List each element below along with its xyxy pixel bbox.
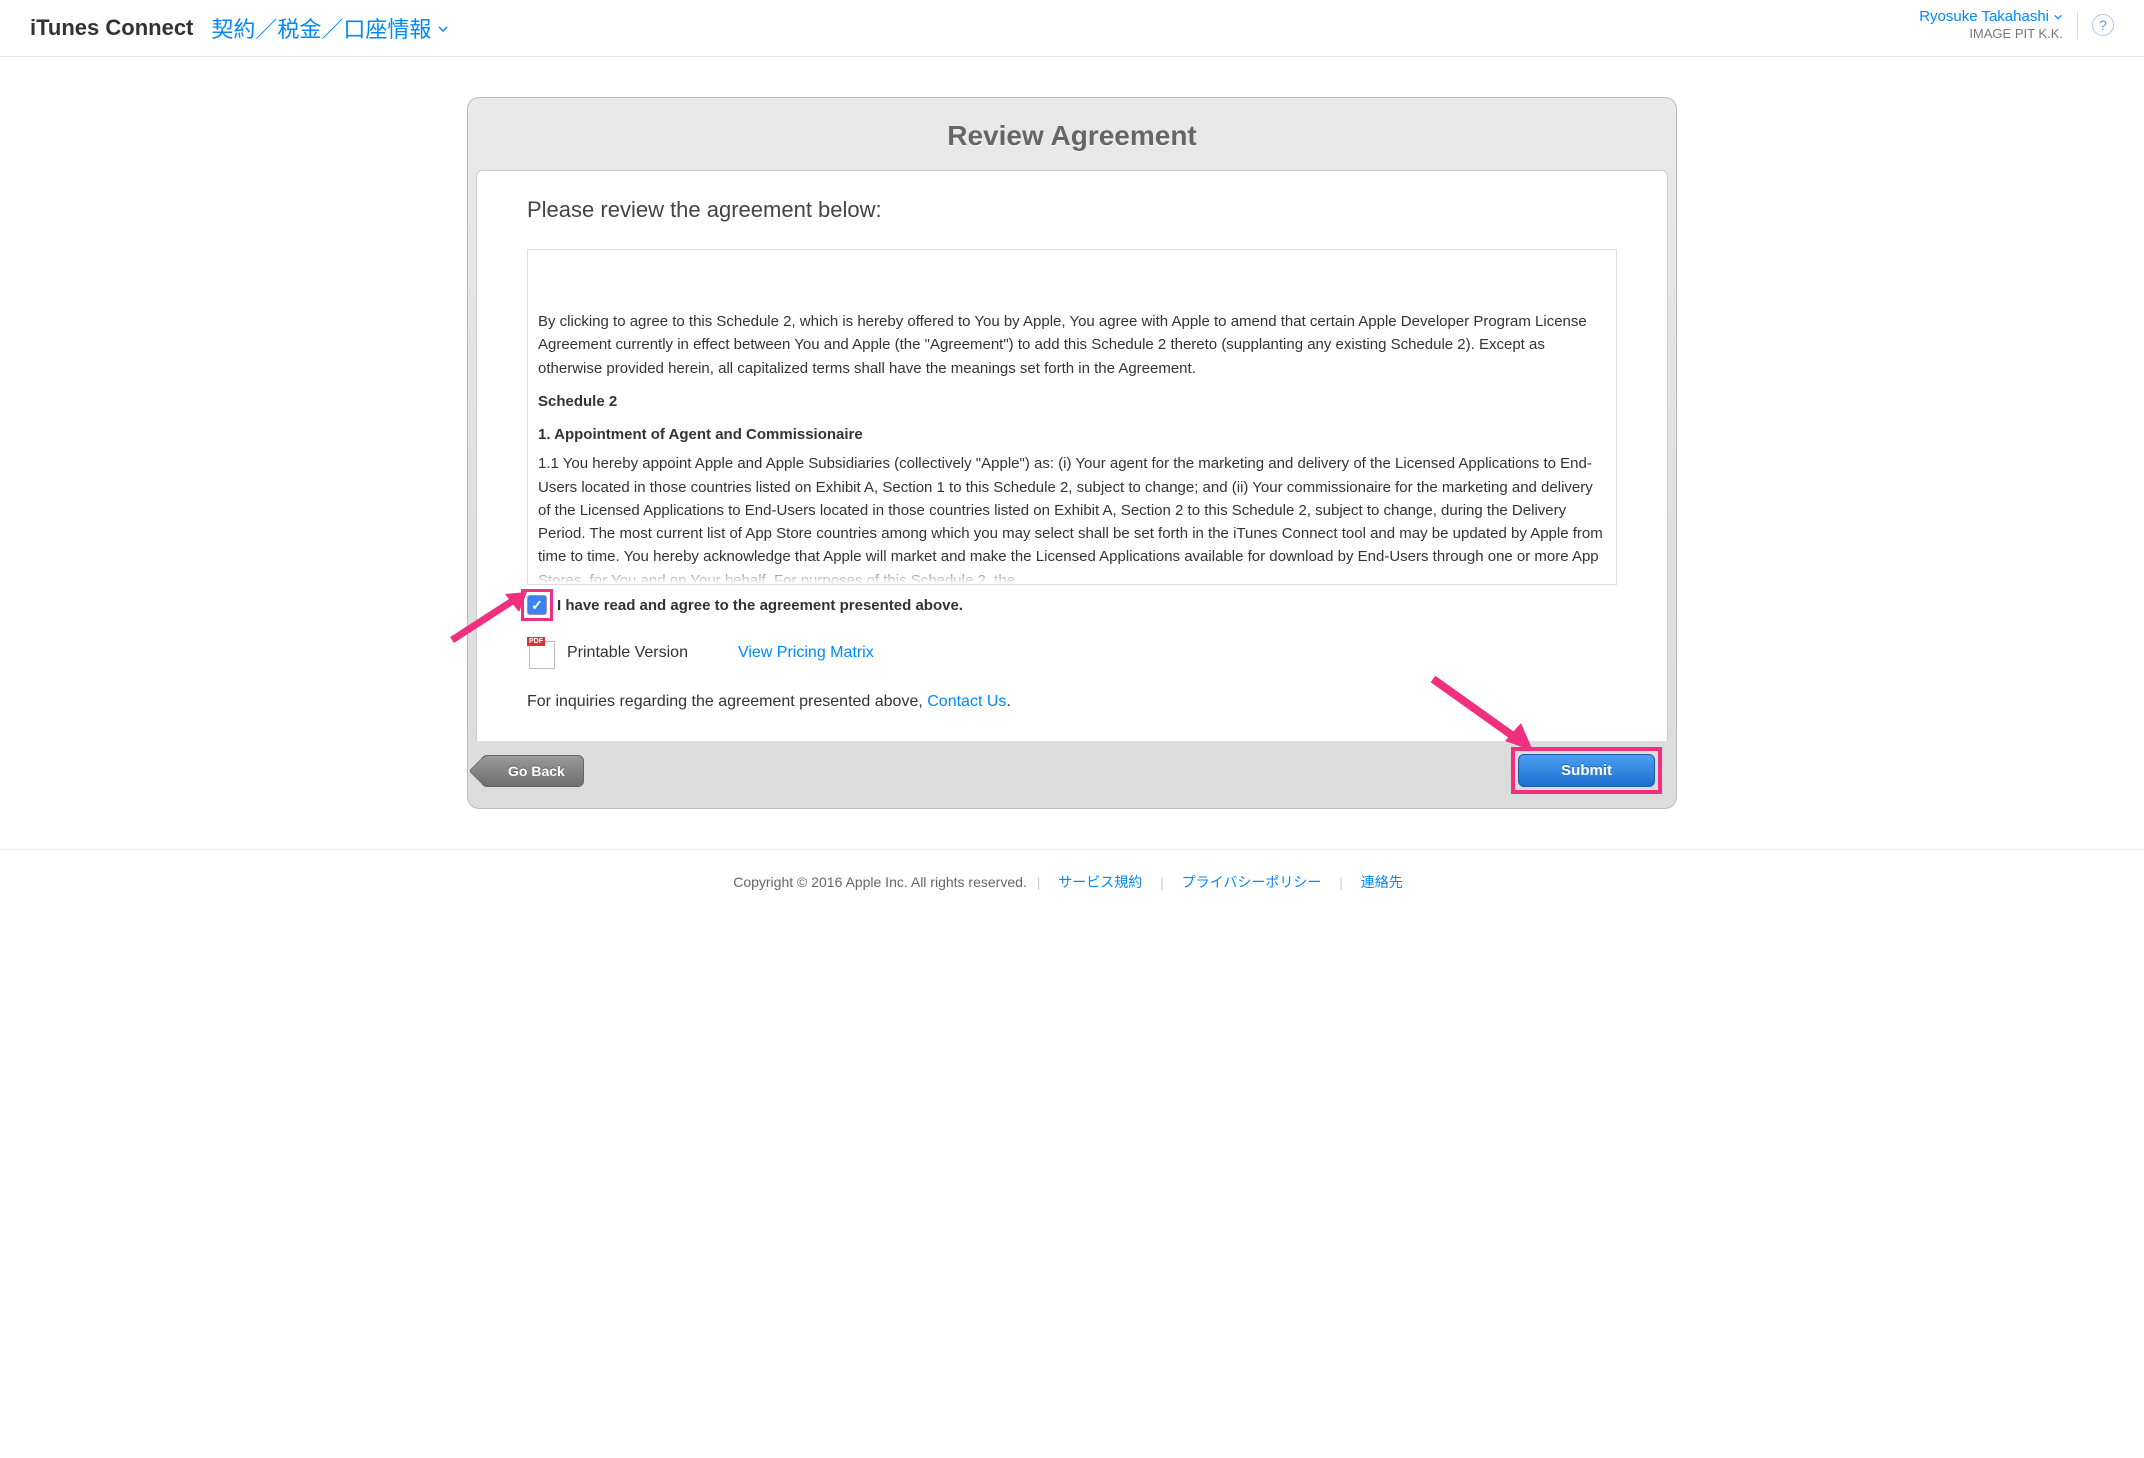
agree-checkbox-label: I have read and agree to the agreement p… (557, 597, 963, 614)
view-pricing-matrix-link[interactable]: View Pricing Matrix (738, 644, 874, 662)
annotation-arrow-icon (447, 590, 537, 645)
instruction-text: Please review the agreement below: (527, 197, 1617, 223)
fade-overlay (528, 564, 1616, 584)
links-row: PDF Printable Version View Pricing Matri… (527, 637, 1617, 669)
panel-bottom-bar: Go Back Submit (476, 741, 1668, 800)
agree-checkbox-row: ✓ I have read and agree to the agreement… (527, 595, 1617, 615)
section-label: 契約／税金／口座情報 (211, 12, 431, 44)
go-back-button[interactable]: Go Back (481, 755, 584, 787)
help-icon[interactable]: ? (2092, 14, 2114, 36)
printable-label: Printable Version (567, 644, 688, 662)
separator: | (1339, 874, 1343, 890)
review-panel: Review Agreement Please review the agree… (467, 97, 1677, 809)
inquiry-row: For inquiries regarding the agreement pr… (527, 693, 1617, 711)
submit-wrap: Submit (1515, 751, 1658, 790)
section-dropdown[interactable]: 契約／税金／口座情報 (211, 12, 449, 44)
printable-version[interactable]: PDF Printable Version (527, 637, 688, 669)
agreement-intro: By clicking to agree to this Schedule 2,… (538, 310, 1606, 380)
contact-us-link[interactable]: Contact Us (927, 693, 1006, 710)
inquiry-suffix: . (1006, 693, 1010, 710)
footer: Copyright © 2016 Apple Inc. All rights r… (0, 849, 2144, 922)
main-area: Review Agreement Please review the agree… (0, 57, 2144, 839)
submit-button[interactable]: Submit (1518, 754, 1655, 787)
user-name-label: Ryosuke Takahashi (1919, 8, 2049, 26)
top-bar: iTunes Connect 契約／税金／口座情報 Ryosuke Takaha… (0, 0, 2144, 57)
top-right-area: Ryosuke Takahashi IMAGE PIT K.K. ? (1919, 8, 2114, 42)
agree-checkbox[interactable]: ✓ (527, 595, 547, 615)
footer-link-terms[interactable]: サービス規約 (1058, 874, 1142, 890)
panel-body: Please review the agreement below: By cl… (476, 170, 1668, 741)
submit-label: Submit (1561, 762, 1612, 779)
inquiry-prefix: For inquiries regarding the agreement pr… (527, 693, 927, 710)
go-back-label: Go Back (508, 763, 565, 779)
agreement-heading-schedule: Schedule 2 (538, 390, 1606, 413)
footer-link-contact[interactable]: 連絡先 (1361, 874, 1403, 890)
brand-title: iTunes Connect (30, 15, 193, 41)
agreement-heading-appointment: 1. Appointment of Agent and Commissionai… (538, 423, 1606, 446)
user-dropdown[interactable]: Ryosuke Takahashi (1919, 8, 2063, 26)
agree-checkbox-wrap: ✓ (527, 595, 547, 615)
separator: | (1037, 874, 1041, 890)
agreement-scroll-box[interactable]: By clicking to agree to this Schedule 2,… (527, 249, 1617, 585)
company-name: IMAGE PIT K.K. (1919, 26, 2063, 42)
copyright-text: Copyright © 2016 Apple Inc. All rights r… (733, 874, 1027, 890)
chevron-down-icon (2053, 12, 2063, 22)
chevron-down-icon (437, 15, 449, 41)
separator: | (1160, 874, 1164, 890)
footer-link-privacy[interactable]: プライバシーポリシー (1182, 874, 1322, 890)
user-block: Ryosuke Takahashi IMAGE PIT K.K. (1919, 8, 2063, 42)
separator (2077, 11, 2078, 39)
pdf-icon: PDF (527, 637, 555, 669)
panel-title: Review Agreement (468, 98, 1676, 170)
